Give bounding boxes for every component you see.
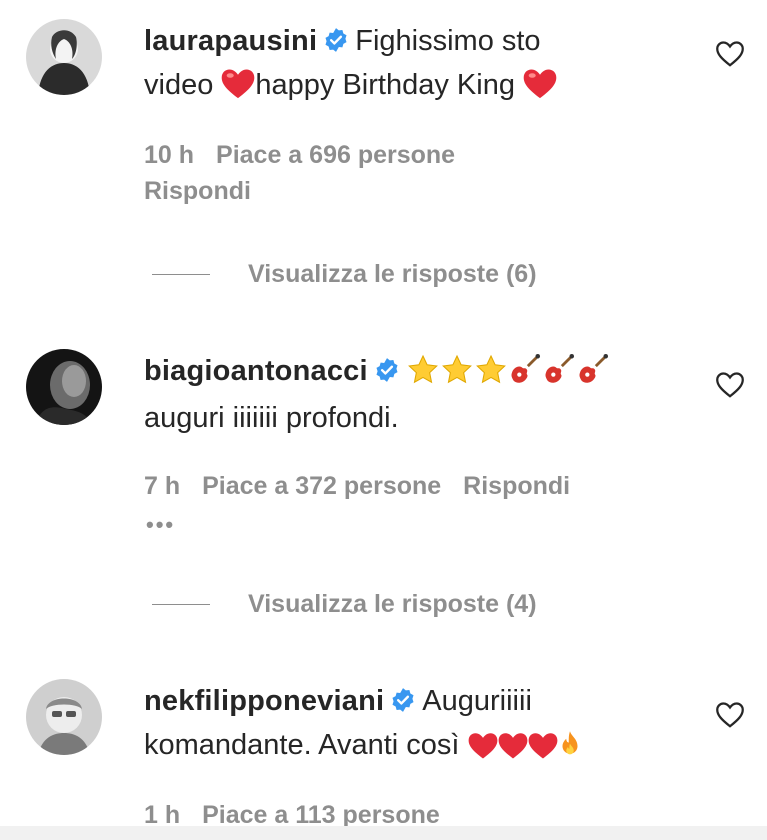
- likes-count[interactable]: Piace a 696 persone: [216, 141, 455, 169]
- more-options-icon[interactable]: •••: [146, 512, 175, 538]
- comment-body: laurapausini Fighissimo sto video happy B…: [144, 21, 697, 112]
- timestamp[interactable]: 10 h: [144, 141, 194, 169]
- red-heart-emoji: [528, 731, 558, 772]
- reply-button[interactable]: Rispondi: [463, 472, 570, 500]
- star-emoji: [406, 354, 440, 398]
- username[interactable]: biagioantonacci: [144, 355, 368, 387]
- likes-count[interactable]: Piace a 372 persone: [202, 472, 441, 500]
- timestamp[interactable]: 7 h: [144, 472, 180, 500]
- comment-text: auguri iiiiiii profondi.: [144, 402, 399, 434]
- comment-body: biagioantonacci auguri iiiiiii profondi.: [144, 351, 697, 439]
- guitar-emoji: [542, 352, 576, 398]
- avatar[interactable]: [26, 349, 102, 425]
- red-heart-emoji: [523, 68, 557, 112]
- username[interactable]: laurapausini: [144, 25, 317, 57]
- red-heart-emoji: [468, 731, 498, 772]
- divider: [152, 274, 210, 275]
- red-heart-emoji: [498, 731, 528, 772]
- comment-text: komandante. Avanti così: [144, 729, 460, 761]
- comment-text: happy Birthday King: [255, 69, 515, 101]
- star-emoji: [474, 354, 508, 398]
- divider: [152, 604, 210, 605]
- avatar[interactable]: [26, 19, 102, 95]
- star-emoji: [440, 354, 474, 398]
- comment-body: nekfilipponeviani Auguriiiii komandante. …: [144, 681, 697, 772]
- timestamp[interactable]: 1 h: [144, 801, 180, 829]
- likes-count[interactable]: Piace a 113 persone: [202, 801, 440, 829]
- username[interactable]: nekfilipponeviani: [144, 685, 384, 717]
- guitar-emoji: [576, 352, 610, 398]
- view-replies-button[interactable]: Visualizza le risposte (6): [152, 260, 537, 289]
- avatar[interactable]: [26, 679, 102, 755]
- comment-text: Auguriiiii: [422, 685, 532, 717]
- verified-badge-icon: [374, 354, 400, 395]
- heart-outline-icon[interactable]: [715, 40, 745, 70]
- view-replies-label[interactable]: Visualizza le risposte (6): [248, 260, 537, 289]
- red-heart-emoji: [221, 68, 255, 112]
- reply-button[interactable]: Rispondi: [144, 177, 251, 205]
- fire-emoji: [558, 730, 582, 772]
- heart-outline-icon[interactable]: [715, 371, 745, 401]
- comment-meta: 7 h Piace a 372 persone Rispondi: [144, 468, 592, 504]
- heart-outline-icon[interactable]: [715, 701, 745, 731]
- view-replies-button[interactable]: Visualizza le risposte (4): [152, 590, 537, 619]
- comment-meta: 10 h Piace a 696 persone Rispondi: [144, 137, 477, 209]
- verified-badge-icon: [323, 24, 349, 65]
- guitar-emoji: [508, 352, 542, 398]
- comment-text: video: [144, 69, 214, 101]
- bottom-edge: [0, 826, 767, 840]
- view-replies-label[interactable]: Visualizza le risposte (4): [248, 590, 537, 619]
- verified-badge-icon: [390, 684, 416, 725]
- comment-text: Fighissimo sto: [355, 25, 541, 57]
